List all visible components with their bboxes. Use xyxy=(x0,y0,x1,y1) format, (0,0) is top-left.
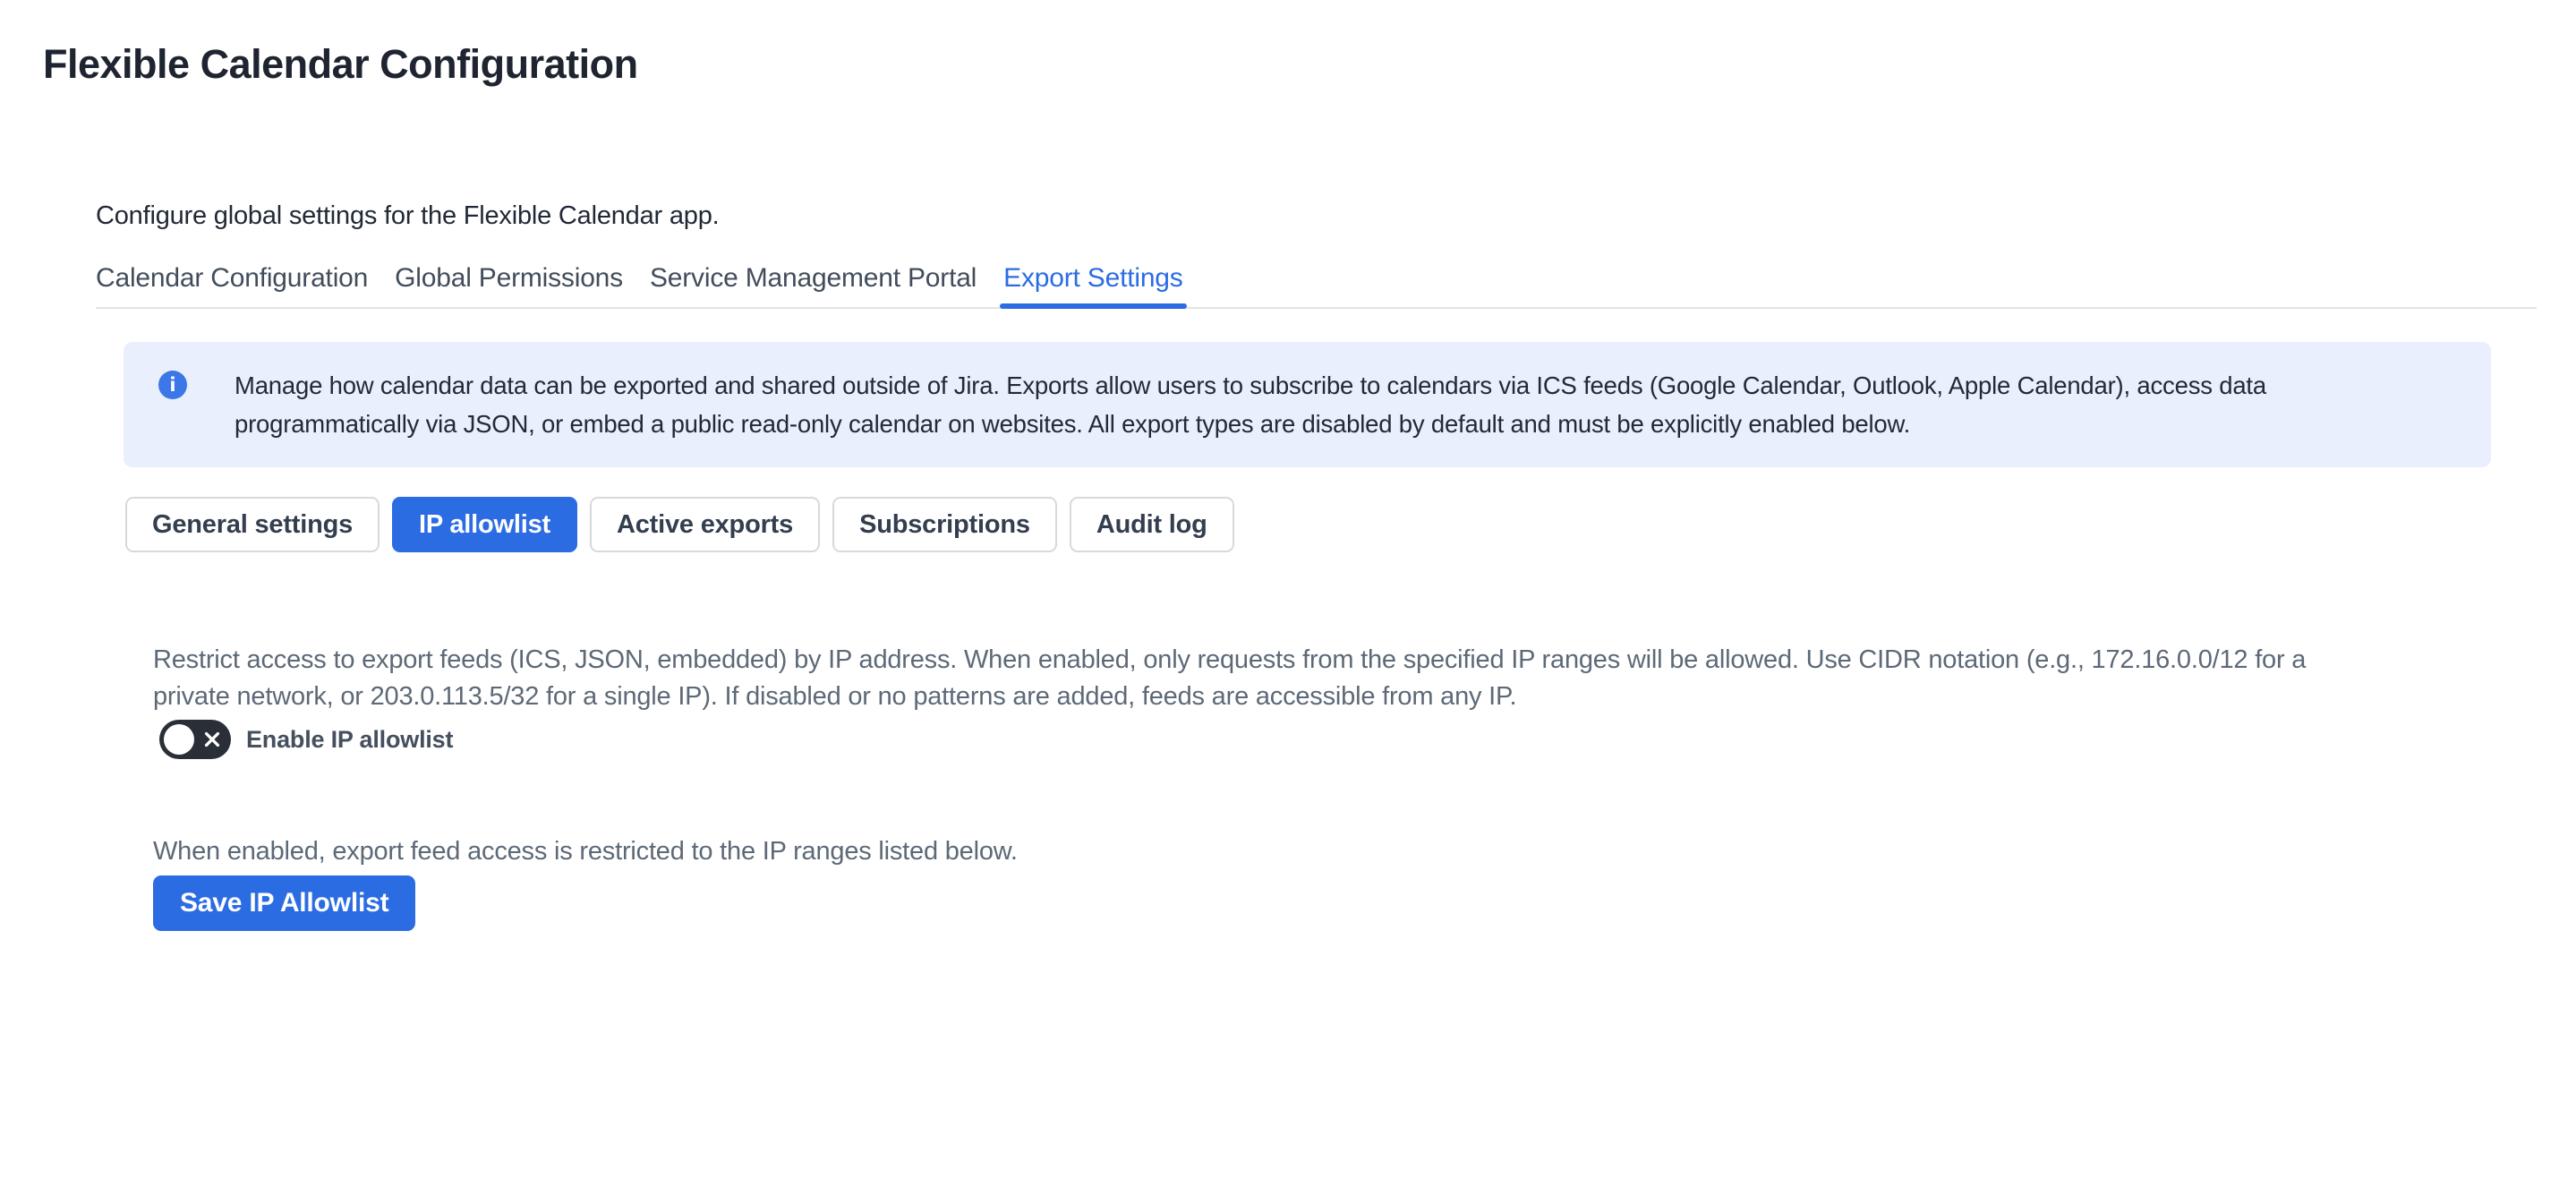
main-tab-bar: Calendar Configuration Global Permission… xyxy=(96,263,2537,309)
subtab-subscriptions[interactable]: Subscriptions xyxy=(832,497,1057,552)
export-info-banner: i Manage how calendar data can be export… xyxy=(124,342,2491,467)
subtab-ip-allowlist[interactable]: IP allowlist xyxy=(392,497,577,552)
enable-ip-allowlist-toggle[interactable] xyxy=(159,720,231,759)
page-title: Flexible Calendar Configuration xyxy=(43,41,638,88)
ip-allowlist-helper-text: When enabled, export feed access is rest… xyxy=(153,837,1018,867)
toggle-off-x-icon xyxy=(202,730,222,749)
subtab-general-settings[interactable]: General settings xyxy=(125,497,380,552)
tab-service-management-portal[interactable]: Service Management Portal xyxy=(650,263,977,307)
save-ip-allowlist-button[interactable]: Save IP Allowlist xyxy=(153,875,415,931)
page-subtitle: Configure global settings for the Flexib… xyxy=(96,201,720,231)
tab-calendar-configuration[interactable]: Calendar Configuration xyxy=(96,263,368,307)
enable-ip-allowlist-label: Enable IP allowlist xyxy=(246,726,453,754)
info-banner-text: Manage how calendar data can be exported… xyxy=(235,366,2266,443)
ip-allowlist-description: Restrict access to export feeds (ICS, JS… xyxy=(153,642,2498,715)
subtab-active-exports[interactable]: Active exports xyxy=(590,497,820,552)
info-icon: i xyxy=(158,371,187,399)
tab-export-settings[interactable]: Export Settings xyxy=(1003,263,1182,307)
export-settings-subtab-bar: General settings IP allowlist Active exp… xyxy=(125,497,1234,552)
toggle-knob xyxy=(164,724,194,755)
tab-global-permissions[interactable]: Global Permissions xyxy=(395,263,623,307)
subtab-audit-log[interactable]: Audit log xyxy=(1070,497,1234,552)
enable-ip-allowlist-row: Enable IP allowlist xyxy=(159,720,453,759)
